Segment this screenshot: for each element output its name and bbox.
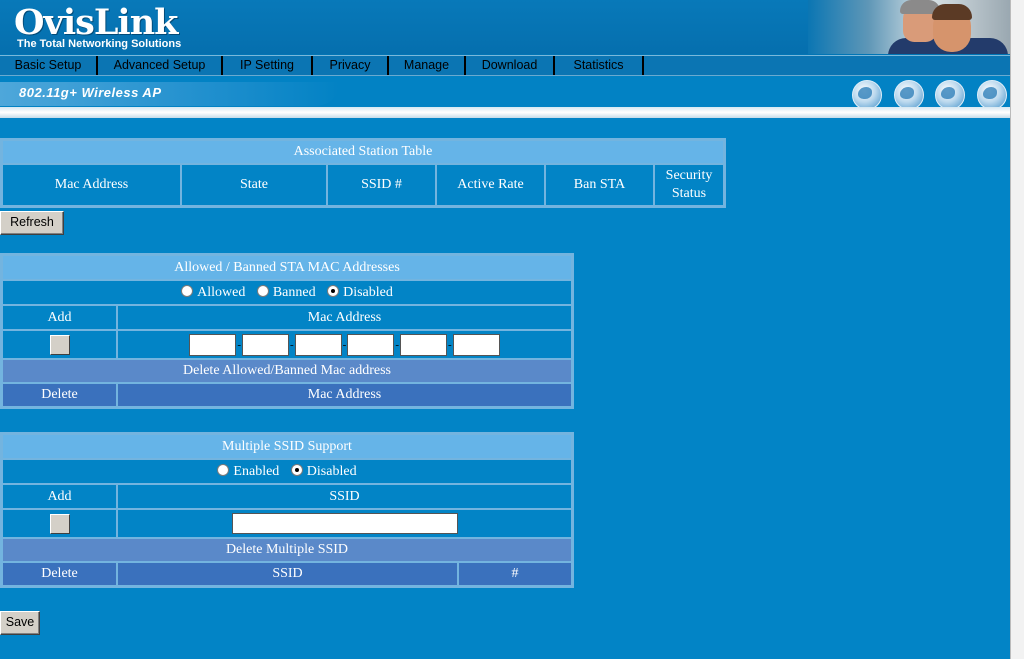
add-ssid-checkbox[interactable] — [49, 513, 70, 534]
mac-octet-2-input[interactable] — [241, 333, 289, 356]
delete-ssid-name-header: SSID — [117, 562, 458, 586]
col-state: State — [181, 164, 327, 206]
ssid-input[interactable] — [231, 513, 458, 534]
window-scrollbar[interactable] — [1010, 0, 1024, 659]
ssid-header: SSID — [117, 484, 572, 509]
radio-disabled[interactable] — [327, 284, 340, 297]
mac-octet-6-input[interactable] — [452, 333, 500, 356]
col-ssid-number: SSID # — [327, 164, 436, 206]
label-allowed: Allowed — [197, 284, 246, 300]
col-security-status: Security Status — [654, 164, 724, 206]
label-disabled: Disabled — [343, 284, 393, 300]
add-cell — [2, 330, 117, 359]
station-table-title: Associated Station Table — [2, 140, 724, 164]
product-title: 802.11g+ Wireless AP — [19, 85, 162, 100]
col-mac-address: Mac Address — [2, 164, 181, 206]
save-button[interactable]: Save — [0, 611, 40, 635]
radio-enabled[interactable] — [217, 463, 230, 476]
nav-basic-setup[interactable]: Basic Setup — [0, 56, 98, 75]
radio-banned[interactable] — [256, 284, 269, 297]
label-banned: Banned — [272, 284, 316, 300]
add-mac-checkbox[interactable] — [49, 334, 70, 355]
header: OvisLink The Total Networking Solutions … — [0, 0, 1010, 118]
mac-filter-title: Allowed / Banned STA MAC Addresses — [2, 255, 572, 280]
mac-filter-table: Allowed / Banned STA MAC Addresses Allow… — [0, 253, 574, 409]
delete-mac-title: Delete Allowed/Banned Mac address — [2, 359, 572, 383]
mac-filter-mode: Allowed Banned Disabled — [2, 280, 572, 305]
ssid-add-cell — [2, 509, 117, 538]
nav-manage[interactable]: Manage — [389, 56, 466, 75]
main-nav: Basic Setup Advanced Setup IP Setting Pr… — [0, 55, 1010, 77]
globe-icon — [977, 80, 1007, 110]
delete-mac-header: Delete — [2, 383, 117, 407]
mac-octet-5-input[interactable] — [400, 333, 447, 356]
globe-icon — [852, 80, 882, 110]
refresh-button[interactable]: Refresh — [0, 211, 64, 235]
header-divider — [0, 107, 1010, 118]
header-photo — [808, 0, 1010, 54]
mac-octet-4-input[interactable] — [347, 333, 395, 356]
ssid-input-cell — [117, 509, 572, 538]
mac-octet-1-input[interactable] — [189, 333, 237, 356]
delete-ssid-title: Delete Multiple SSID — [2, 538, 572, 562]
globe-icon — [894, 80, 924, 110]
col-active-rate: Active Rate — [436, 164, 545, 206]
mac-input-group: ----- — [117, 330, 572, 359]
radio-ssid-disabled[interactable] — [290, 463, 303, 476]
label-enabled: Enabled — [233, 463, 280, 479]
label-ssid-disabled: Disabled — [306, 463, 357, 479]
delete-ssid-number-header: # — [458, 562, 572, 586]
nav-statistics[interactable]: Statistics — [555, 56, 644, 75]
ssid-add-header: Add — [2, 484, 117, 509]
radio-allowed[interactable] — [181, 284, 194, 297]
col-ban-sta: Ban STA — [545, 164, 654, 206]
nav-privacy[interactable]: Privacy — [313, 56, 389, 75]
associated-station-table: Associated Station Table Mac Address Sta… — [0, 138, 726, 208]
multi-ssid-title: Multiple SSID Support — [2, 434, 572, 459]
brand-logo: OvisLink — [14, 2, 178, 43]
mac-address-header: Mac Address — [117, 305, 572, 330]
delete-mac-address-header: Mac Address — [117, 383, 572, 407]
nav-advanced-setup[interactable]: Advanced Setup — [98, 56, 223, 75]
globe-icon — [935, 80, 965, 110]
nav-download[interactable]: Download — [466, 56, 555, 75]
mac-octet-3-input[interactable] — [294, 333, 342, 356]
nav-ip-setting[interactable]: IP Setting — [223, 56, 313, 75]
brand-tagline: The Total Networking Solutions — [17, 38, 182, 50]
multi-ssid-mode: Enabled Disabled — [2, 459, 572, 484]
delete-ssid-header: Delete — [2, 562, 117, 586]
add-header: Add — [2, 305, 117, 330]
multiple-ssid-table: Multiple SSID Support Enabled Disabled A… — [0, 432, 574, 588]
